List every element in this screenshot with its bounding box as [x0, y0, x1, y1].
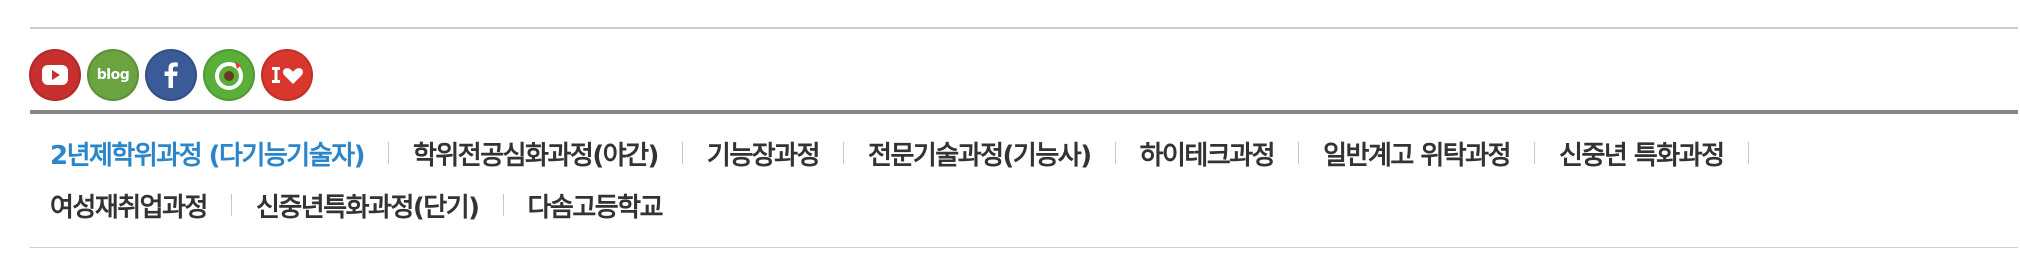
youtube-icon[interactable] — [29, 48, 81, 101]
nav-separator — [1747, 142, 1749, 164]
story-icon[interactable] — [203, 48, 255, 101]
course-navigation-panel: blog 2년제학위과정 (다기능기술자) 학위전공심화과정(야간) 기능장과정… — [0, 0, 2020, 280]
nav-item-dasom-highschool[interactable]: 다솜고등학교 — [528, 187, 664, 224]
blog-icon[interactable]: blog — [87, 48, 139, 101]
nav-item-professional-technical[interactable]: 전문기술과정(기능사) — [868, 135, 1092, 172]
nav-row-1: 2년제학위과정 (다기능기술자) 학위전공심화과정(야간) 기능장과정 전문기술… — [50, 133, 1990, 173]
nav-item-advanced-degree-night[interactable]: 학위전공심화과정(야간) — [413, 135, 659, 172]
nav-separator — [387, 142, 389, 164]
ilove-icon[interactable] — [261, 48, 313, 101]
nav-item-master-craftsman[interactable]: 기능장과정 — [707, 135, 821, 172]
nav-separator — [1298, 142, 1300, 164]
nav-item-middle-aged-special[interactable]: 신중년 특화과정 — [1559, 135, 1725, 172]
nav-item-women-reemployment[interactable]: 여성재취업과정 — [50, 187, 208, 224]
top-divider — [30, 27, 2018, 29]
nav-top-border — [30, 110, 2018, 114]
nav-separator — [681, 142, 683, 164]
facebook-icon[interactable] — [145, 48, 197, 101]
nav-item-2year-degree[interactable]: 2년제학위과정 (다기능기술자) — [50, 135, 365, 172]
social-links: blog — [29, 48, 313, 101]
nav-separator — [502, 194, 504, 216]
nav-item-middle-aged-special-short[interactable]: 신중년특화과정(단기) — [256, 187, 480, 224]
nav-item-hitech[interactable]: 하이테크과정 — [1140, 135, 1276, 172]
nav-separator — [1534, 142, 1536, 164]
nav-separator — [1114, 142, 1116, 164]
course-nav: 2년제학위과정 (다기능기술자) 학위전공심화과정(야간) 기능장과정 전문기술… — [50, 133, 1990, 225]
bottom-divider — [30, 247, 2018, 248]
blog-icon-label: blog — [96, 66, 130, 83]
nav-separator — [843, 142, 845, 164]
nav-row-2: 여성재취업과정 신중년특화과정(단기) 다솜고등학교 — [50, 185, 1990, 225]
nav-item-general-highschool-consignment[interactable]: 일반계고 위탁과정 — [1323, 135, 1511, 172]
nav-separator — [230, 194, 232, 216]
